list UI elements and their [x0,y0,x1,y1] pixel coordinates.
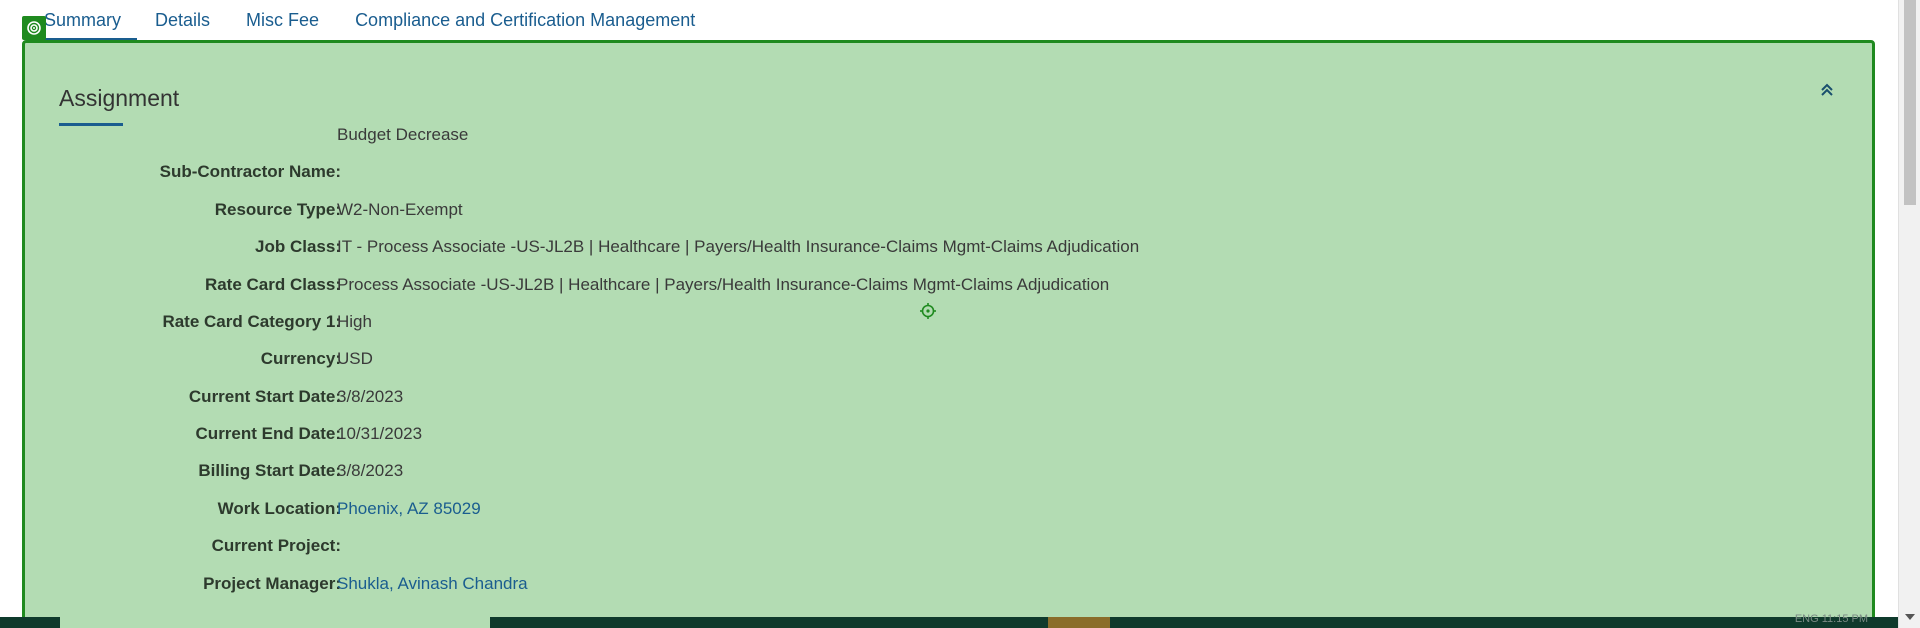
field-label: Current Project: [211,536,341,555]
page: Summary Details Misc Fee Compliance and … [0,0,1920,628]
field-row: Billing Start Date: 3/8/2023 [25,459,1525,483]
field-label: Rate Card Category 1: [162,312,341,331]
field-value: High [337,312,372,331]
scroll-down-icon[interactable] [1905,614,1915,620]
crosshair-icon [920,303,936,319]
field-value: 10/31/2023 [337,424,423,443]
project-manager-link[interactable]: Shukla, Avinash Chandra [337,572,528,596]
field-label: Sub-Contractor Name: [159,162,341,181]
taskbar-segment [60,617,490,628]
field-label: Currency: [260,349,341,368]
tab-summary[interactable]: Summary [30,10,138,40]
field-label: Rate Card Class: [204,275,341,294]
field-value: 3/8/2023 [337,387,404,406]
field-row: Budget Decrease [25,123,1525,147]
taskbar: ENG 11:15 PM [0,613,1898,628]
field-row: Sub-Contractor Name: [25,160,1525,184]
field-value: 3/8/2023 [337,461,404,480]
field-row: Current Start Date: 3/8/2023 [25,385,1525,409]
tab-compliance-certification[interactable]: Compliance and Certification Management [337,10,713,40]
taskbar-clock: ENG 11:15 PM [1794,613,1868,625]
tab-misc-fee[interactable]: Misc Fee [228,10,337,40]
field-label: Current End Date: [195,424,341,443]
assignment-panel: Assignment Budget Decrease Sub-Contracto… [22,40,1875,628]
scrollbar-thumb[interactable] [1904,0,1916,205]
tab-details[interactable]: Details [137,10,228,40]
field-label: Work Location: [217,499,341,518]
field-value: USD [337,349,373,368]
vertical-scrollbar[interactable] [1898,0,1920,628]
field-label: Job Class: [255,237,341,256]
field-value: Process Associate -US-JL2B | Healthcare … [337,275,1110,294]
field-value: Budget Decrease [337,125,469,144]
field-row: Currency: USD [25,347,1525,371]
field-row: Resource Type: W2-Non-Exempt [25,198,1525,222]
field-label: Current Start Date: [188,387,341,406]
work-location-link[interactable]: Phoenix, AZ 85029 [337,497,481,521]
field-label: Resource Type: [214,200,341,219]
field-row: Job Class: IT - Process Associate -US-JL… [25,235,1525,259]
tab-bar: Summary Details Misc Fee Compliance and … [30,0,713,40]
field-row: Rate Card Category 1: High [25,310,1525,334]
field-row: Rate Card Class: Process Associate -US-J… [25,273,1525,297]
field-row: Current Project: [25,534,1525,558]
field-label: Billing Start Date: [198,461,341,480]
field-row: Current End Date: 10/31/2023 [25,422,1525,446]
field-value: IT - Process Associate -US-JL2B | Health… [337,237,1140,256]
field-label: Project Manager: [203,574,341,593]
field-row: Project Manager: Shukla, Avinash Chandra [25,572,1525,596]
taskbar-app-indicator[interactable] [1048,617,1110,628]
field-value: W2-Non-Exempt [337,200,463,219]
double-chevron-up-icon[interactable] [1818,81,1836,99]
section-title: Assignment [59,85,180,111]
field-row: Work Location: Phoenix, AZ 85029 [25,497,1525,521]
target-icon [22,16,46,40]
